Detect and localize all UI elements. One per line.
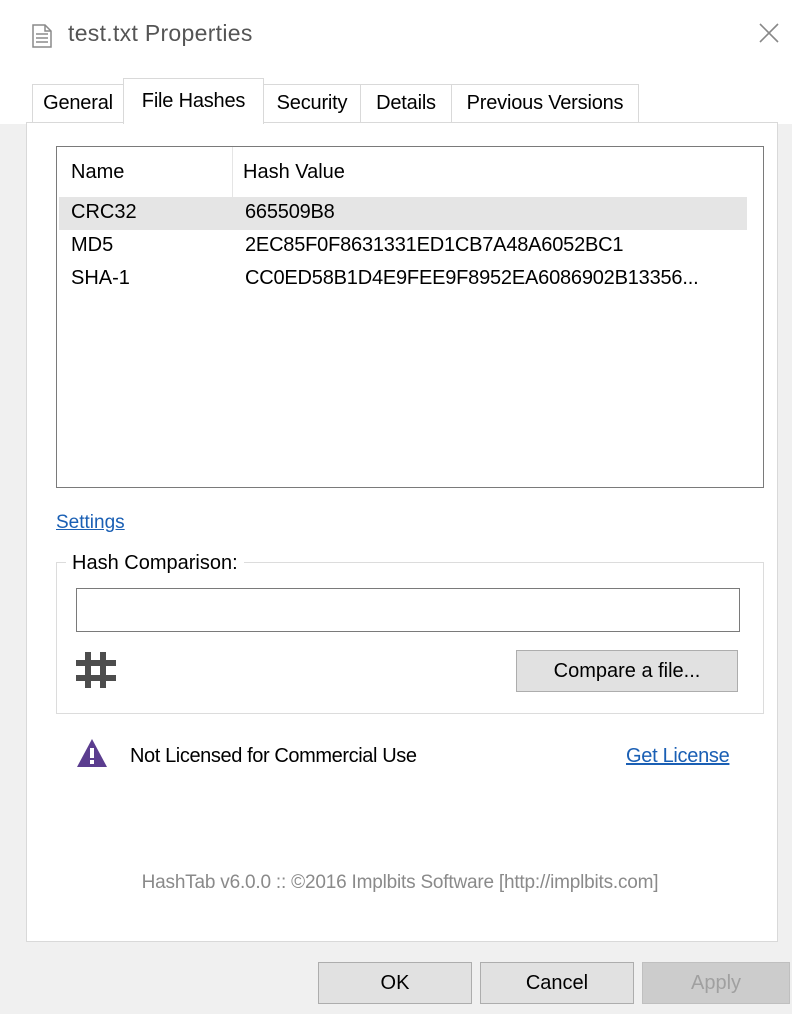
table-row[interactable]: SHA-1 CC0ED58B1D4E9FEE9F8952EA6086902B13…	[59, 263, 747, 296]
title-bar: test.txt Properties	[0, 0, 792, 68]
hash-comparison-label: Hash Comparison:	[66, 552, 244, 575]
table-row[interactable]: CRC32 665509B8	[59, 197, 747, 230]
close-icon	[752, 23, 786, 54]
ok-button[interactable]: OK	[318, 962, 472, 1004]
tab-previous-versions[interactable]: Previous Versions	[451, 84, 639, 122]
tab-file-hashes[interactable]: File Hashes	[123, 78, 264, 124]
hash-value: 665509B8	[245, 201, 335, 223]
compare-file-button[interactable]: Compare a file...	[516, 650, 738, 692]
hash-name: SHA-1	[71, 267, 130, 289]
apply-button[interactable]: Apply	[642, 962, 790, 1004]
column-divider[interactable]	[232, 147, 233, 197]
hash-comparison-input[interactable]	[76, 588, 740, 632]
close-button[interactable]	[752, 16, 786, 50]
hash-name: MD5	[71, 234, 114, 256]
settings-link[interactable]: Settings	[56, 512, 125, 534]
tab-details[interactable]: Details	[360, 84, 452, 122]
properties-dialog: test.txt Properties General File Hashes …	[0, 0, 792, 1014]
version-info: HashTab v6.0.0 :: ©2016 Implbits Softwar…	[141, 872, 659, 893]
table-row[interactable]: MD5 2EC85F0F8631331ED1CB7A48A6052BC1	[59, 230, 747, 263]
hash-list[interactable]: Name Hash Value CRC32 665509B8 MD5 2EC85…	[56, 146, 764, 488]
text-file-icon	[32, 24, 52, 48]
tab-security[interactable]: Security	[263, 84, 361, 122]
column-header-hash-value[interactable]: Hash Value	[243, 161, 345, 184]
license-status: Not Licensed for Commercial Use	[130, 745, 417, 767]
column-header-name[interactable]: Name	[71, 161, 124, 184]
window-title: test.txt Properties	[68, 20, 253, 46]
hash-icon	[76, 650, 116, 690]
get-license-link[interactable]: Get License	[626, 745, 730, 768]
list-header: Name Hash Value	[57, 147, 745, 197]
hash-name: CRC32	[71, 201, 137, 223]
cancel-button[interactable]: Cancel	[480, 962, 634, 1004]
hash-value: 2EC85F0F8631331ED1CB7A48A6052BC1	[245, 234, 624, 256]
warning-icon	[76, 738, 108, 768]
tab-general[interactable]: General	[32, 84, 124, 122]
hash-value: CC0ED58B1D4E9FEE9F8952EA6086902B13356...	[245, 267, 699, 289]
